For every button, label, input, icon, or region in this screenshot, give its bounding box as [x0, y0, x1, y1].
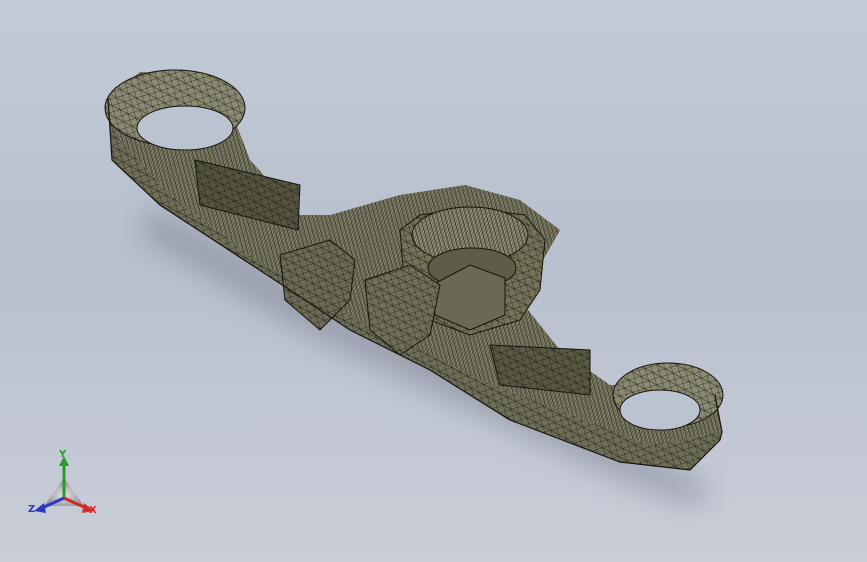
x-axis-label: X — [89, 505, 97, 516]
right-clamp-hole — [619, 389, 701, 431]
z-axis-label: Z — [28, 504, 36, 515]
triangulated-part-model[interactable] — [0, 0, 867, 562]
graphics-viewport[interactable]: Y Z X — [0, 0, 867, 562]
left-clamp-hole — [136, 105, 234, 151]
orientation-triad[interactable]: Y Z X — [22, 448, 106, 524]
y-axis-label: Y — [59, 449, 67, 460]
